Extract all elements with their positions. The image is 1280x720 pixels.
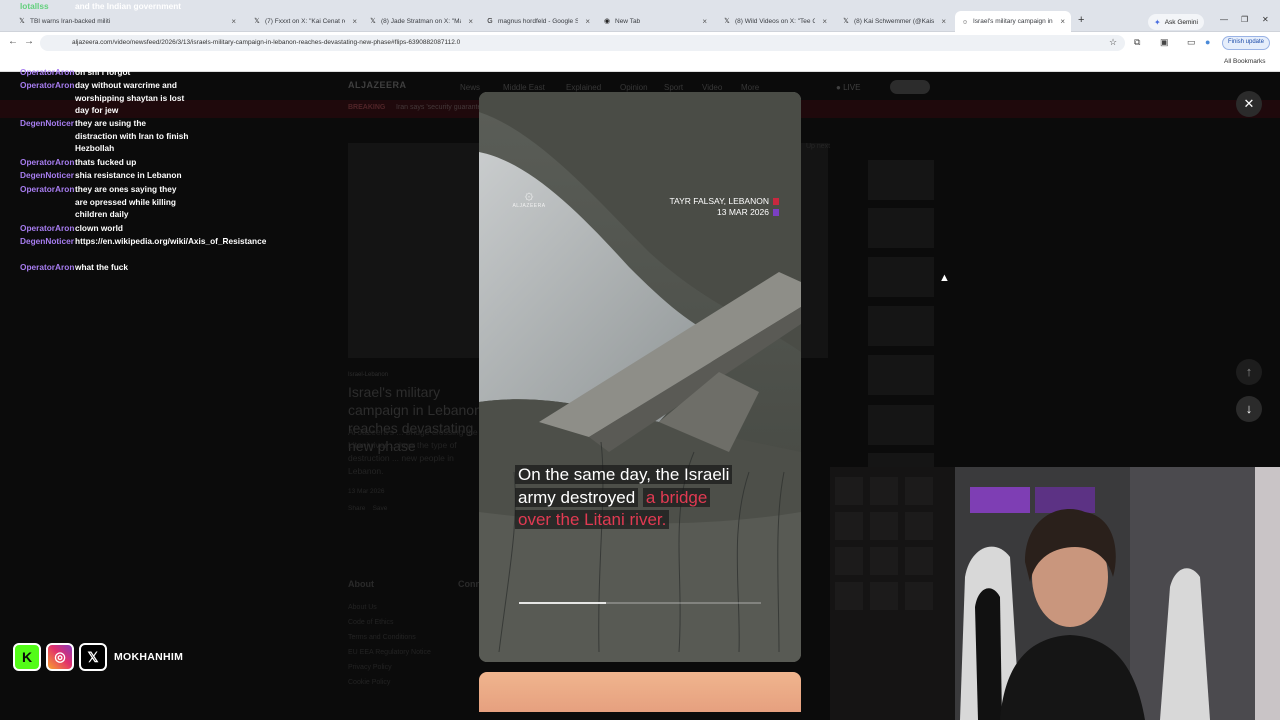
chat-username: OperatorAron xyxy=(20,184,75,194)
tab-5[interactable]: 𝕏 (8) Wild Videos on X: "Tee Grizz... × xyxy=(717,11,833,32)
dateline-red-mark xyxy=(773,198,779,205)
tab-title: magnus hordfeld - Google Se... xyxy=(498,18,578,25)
streamer-webcam xyxy=(830,467,1280,720)
profile-avatar-icon[interactable]: ● xyxy=(1205,37,1210,47)
tab-close-icon[interactable]: × xyxy=(1060,17,1065,26)
aljazeera-icon: ۞ xyxy=(962,17,968,25)
arrow-up-icon[interactable]: ↑ xyxy=(1236,359,1262,385)
next-video-preview[interactable] xyxy=(479,672,801,712)
chat-text: and the Indian government xyxy=(75,1,182,11)
url-input[interactable]: aljazeera.com/video/newsfeed/2026/3/13/i… xyxy=(40,35,1125,51)
tab-close-icon[interactable]: × xyxy=(702,17,707,26)
tab-3[interactable]: Gmagnus hordfeld - Google Se... × xyxy=(480,11,596,32)
tab-title: (8) Kai Schwemmer (@Kaischw... xyxy=(854,18,934,25)
chat-username: OperatorAron xyxy=(20,223,75,233)
instagram-logo-icon: ◎ xyxy=(46,643,74,671)
chat-text: they are using the distraction with Iran… xyxy=(75,118,189,153)
x-logo-icon: 𝕏 xyxy=(724,17,730,25)
tab-title: (7) Fxxxt on X: "Kai Cenat rel... xyxy=(265,18,345,25)
gemini-spark-icon: ✦ xyxy=(1154,17,1161,27)
video-dateline: TAYR FALSAY, LEBANON 13 MAR 2026 xyxy=(669,196,769,218)
ask-gemini-label: Ask Gemini xyxy=(1164,18,1198,26)
close-icon[interactable]: ✕ xyxy=(1236,91,1262,117)
chat-text: thats fucked up xyxy=(75,157,137,167)
video-progress-bar[interactable] xyxy=(519,602,761,604)
dateline-purple-mark xyxy=(773,209,779,216)
tab-title: TBI warns Iran-backed militias xyxy=(30,18,110,25)
chat-text: oh shi i forgot xyxy=(75,67,131,77)
tab-close-icon[interactable]: × xyxy=(585,17,590,26)
dateline-place: TAYR FALSAY, LEBANON xyxy=(669,196,769,206)
new-tab-button[interactable]: + xyxy=(1078,14,1084,26)
tab-title: (8) Wild Videos on X: "Tee Grizz... xyxy=(735,18,815,25)
webcam-frame xyxy=(830,467,1280,720)
chat-username: OperatorAron xyxy=(20,157,75,167)
tab-7[interactable]: ۞ Israel's military campaign in... × xyxy=(955,11,1071,32)
kick-logo-icon: K xyxy=(13,643,41,671)
finish-update-button[interactable]: Finish update xyxy=(1222,36,1271,50)
mouse-cursor-icon: ▲ xyxy=(939,272,950,284)
x-logo-icon: 𝕏 xyxy=(843,17,849,25)
tab-2[interactable]: 𝕏 (8) Jade Stratman on X: "Maybe... × xyxy=(363,11,479,32)
x-logo-icon: 𝕏 xyxy=(79,643,107,671)
x-logo-icon: 𝕏 xyxy=(19,17,25,25)
tab-4[interactable]: ◉ New Tab × xyxy=(597,11,713,32)
tab-1[interactable]: 𝕏 (7) Fxxxt on X: "Kai Cenat rel... × xyxy=(247,11,363,32)
tab-close-icon[interactable]: × xyxy=(352,17,357,26)
tab-title: New Tab xyxy=(615,18,641,25)
ask-gemini-button[interactable]: ✦ Ask Gemini xyxy=(1148,14,1204,30)
google-icon: G xyxy=(487,17,493,25)
video-caption: On the same day, the Israeli army destro… xyxy=(515,464,745,532)
bookmark-star-icon[interactable]: ☆ xyxy=(1109,37,1117,48)
x-logo-icon: 𝕏 xyxy=(370,17,376,25)
chat-username: DegenNoticer xyxy=(20,170,74,180)
tab-title: Israel's military campaign in... xyxy=(973,18,1053,25)
tab-close-icon[interactable]: × xyxy=(941,17,946,26)
watermark-text: ALJAZEERA xyxy=(512,203,546,209)
chat-text: https://en.wikipedia.org/wiki/Axis_of_Re… xyxy=(75,236,267,246)
maximize-icon[interactable]: ❐ xyxy=(1241,15,1248,24)
tab-0[interactable]: 𝕏 TBI warns Iran-backed militias × xyxy=(12,11,242,32)
forward-icon[interactable]: → xyxy=(24,36,34,47)
x-logo-icon: 𝕏 xyxy=(254,17,260,25)
tab-close-icon[interactable]: × xyxy=(231,17,236,26)
extensions-icon[interactable]: ⧉ xyxy=(1134,37,1140,48)
window-close-icon[interactable]: ✕ xyxy=(1262,15,1269,24)
social-handles: K ◎ 𝕏 MOKHANHIM xyxy=(13,643,183,671)
chat-username: DegenNoticer xyxy=(20,118,74,128)
arrow-down-icon[interactable]: ↓ xyxy=(1236,396,1262,422)
chat-username: OperatorAron xyxy=(20,80,75,90)
tab-close-icon[interactable]: × xyxy=(822,17,827,26)
chat-username: DegenNoticer xyxy=(20,236,74,246)
chat-text: day without warcrime and worshipping sha… xyxy=(75,80,185,115)
chat-username: OperatorAron xyxy=(20,67,75,77)
tab-6[interactable]: 𝕏 (8) Kai Schwemmer (@Kaischw... × xyxy=(836,11,952,32)
tab-search-icon[interactable]: ▣ xyxy=(1160,37,1169,48)
video-frame xyxy=(479,92,801,662)
tab-title: (8) Jade Stratman on X: "Maybe... xyxy=(381,18,461,25)
chat-username: lotallss xyxy=(20,1,49,11)
minimize-icon[interactable]: — xyxy=(1220,15,1228,24)
cast-icon[interactable]: ▭ xyxy=(1187,37,1196,48)
chat-text: what the fuck xyxy=(75,262,129,272)
chat-username: OperatorAron xyxy=(20,262,75,272)
tab-close-icon[interactable]: × xyxy=(468,17,473,26)
streamer-handle: MOKHANHIM xyxy=(114,651,184,663)
chrome-icon: ◉ xyxy=(603,17,611,25)
bookmarks-bar xyxy=(0,54,1280,72)
chat-text: they are ones saying they are opressed w… xyxy=(75,184,177,219)
chat-text: shia resistance in Lebanon xyxy=(75,170,182,180)
chat-text: clown world xyxy=(75,223,123,233)
back-icon[interactable]: ← xyxy=(8,36,18,47)
video-player[interactable]: ۞ ALJAZEERA TAYR FALSAY, LEBANON 13 MAR … xyxy=(479,92,801,662)
video-progress-fill xyxy=(519,602,607,604)
aljazeera-emblem-icon: ۞ xyxy=(524,186,534,203)
aljazeera-watermark: ۞ ALJAZEERA xyxy=(509,186,549,210)
all-bookmarks-link[interactable]: All Bookmarks xyxy=(1224,58,1266,65)
dateline-date: 13 MAR 2026 xyxy=(717,207,769,217)
